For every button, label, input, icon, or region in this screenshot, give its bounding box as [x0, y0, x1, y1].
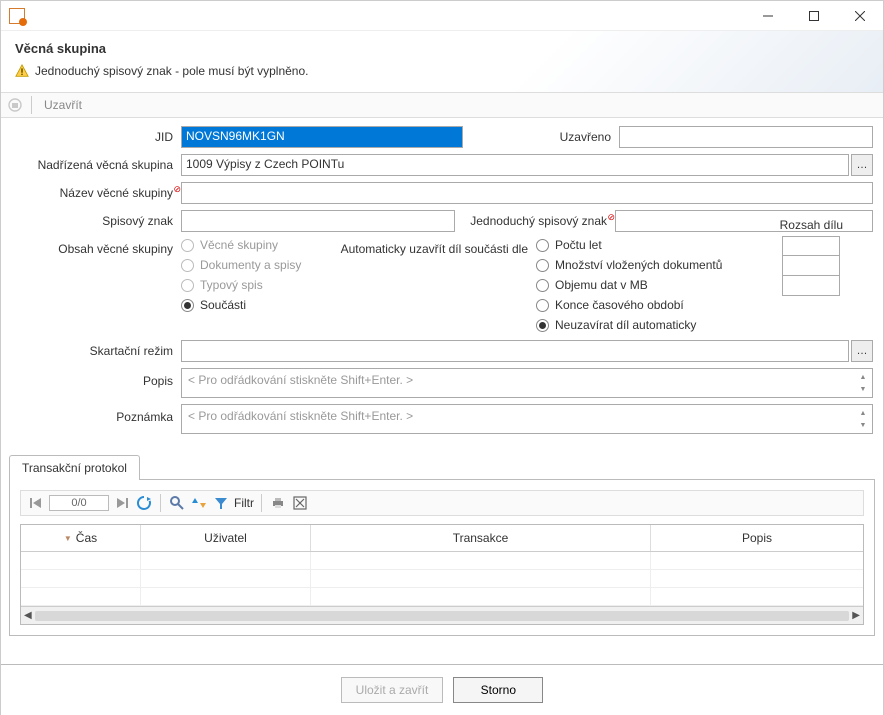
- parent-browse-button[interactable]: …: [851, 154, 873, 176]
- simple-sign-label: Jednoduchý spisový znak: [470, 214, 607, 228]
- table-row: [21, 588, 863, 606]
- protocol-grid: ▼ Čas Uživatel Transakce Popis ◀: [20, 524, 864, 625]
- jid-input[interactable]: NOVSN96MK1GN: [181, 126, 463, 148]
- range-input-2[interactable]: [782, 256, 840, 276]
- filesign-label: Spisový znak: [11, 214, 181, 228]
- table-row: [21, 552, 863, 570]
- app-icon: [9, 8, 25, 24]
- shred-input[interactable]: [181, 340, 849, 362]
- filter-label[interactable]: Filtr: [234, 496, 254, 510]
- parent-input[interactable]: 1009 Výpisy z Czech POINTu: [181, 154, 849, 176]
- content-opt-typical: Typový spis: [181, 278, 331, 292]
- refresh-icon[interactable]: [135, 494, 153, 512]
- dialog-footer: Uložit a zavřít Storno: [1, 664, 883, 715]
- content-opt-parts[interactable]: Součásti: [181, 298, 331, 312]
- jid-label: JID: [11, 130, 181, 144]
- spinner-up-icon[interactable]: ▲: [856, 371, 870, 383]
- first-page-icon[interactable]: [27, 494, 45, 512]
- col-time[interactable]: ▼ Čas: [21, 525, 141, 551]
- note-textarea[interactable]: < Pro odřádkování stiskněte Shift+Enter.…: [181, 404, 873, 434]
- content-opt-docs: Dokumenty a spisy: [181, 258, 331, 272]
- dialog-title: Věcná skupina: [15, 41, 869, 56]
- save-close-button[interactable]: Uložit a zavřít: [341, 677, 444, 703]
- spinner-down-icon[interactable]: ▼: [856, 419, 870, 431]
- spinner-up-icon[interactable]: ▲: [856, 407, 870, 419]
- col-user[interactable]: Uživatel: [141, 525, 311, 551]
- autoclose-opt-never[interactable]: Neuzavírat díl automaticky: [536, 318, 736, 332]
- content-radio-group: Věcné skupiny Dokumenty a spisy Typový s…: [181, 238, 331, 312]
- required-marker-icon: ⊘: [173, 184, 181, 195]
- filter-icon[interactable]: [212, 494, 230, 512]
- horizontal-scrollbar[interactable]: ◀ ▶: [21, 606, 863, 624]
- maximize-button[interactable]: [791, 1, 837, 31]
- dialog-toolbar: Uzavřít: [1, 93, 883, 118]
- col-tx[interactable]: Transakce: [311, 525, 651, 551]
- dialog-header: Věcná skupina Jednoduchý spisový znak - …: [1, 31, 883, 93]
- warning-text: Jednoduchý spisový znak - pole musí být …: [35, 64, 308, 78]
- table-row: [21, 570, 863, 588]
- required-marker-icon: ⊘: [607, 212, 615, 223]
- toolbar-close-label: Uzavřít: [44, 98, 82, 112]
- content-label: Obsah věcné skupiny: [11, 238, 181, 256]
- grid-toolbar: 0/0 Filtr: [20, 490, 864, 516]
- search-icon[interactable]: [168, 494, 186, 512]
- range-input-1[interactable]: [782, 236, 840, 256]
- form-area: JID NOVSN96MK1GN Uzavřeno Nadřízená věcn…: [1, 118, 883, 444]
- last-page-icon[interactable]: [113, 494, 131, 512]
- autoclose-opt-count[interactable]: Množství vložených dokumentů: [536, 258, 736, 272]
- closed-label: Uzavřeno: [539, 130, 619, 144]
- toolbar-close-action[interactable]: Uzavřít: [40, 96, 86, 114]
- grid-body: [21, 552, 863, 606]
- content-opt-groups: Věcné skupiny: [181, 238, 331, 252]
- col-desc[interactable]: Popis: [651, 525, 863, 551]
- spinner-down-icon[interactable]: ▼: [856, 383, 870, 395]
- autoclose-label: Automaticky uzavřít díl součásti dle: [331, 238, 536, 256]
- autoclose-opt-volume[interactable]: Objemu dat v MB: [536, 278, 736, 292]
- minimize-button[interactable]: [745, 1, 791, 31]
- warning-icon: [15, 64, 29, 78]
- tab-protocol[interactable]: Transakční protokol: [9, 455, 140, 480]
- autoclose-radio-group: Počtu let Množství vložených dokumentů O…: [536, 238, 736, 332]
- tab-area: Transakční protokol 0/0 Filtr: [9, 454, 875, 636]
- desc-textarea[interactable]: < Pro odřádkování stiskněte Shift+Enter.…: [181, 368, 873, 398]
- name-label: Název věcné skupiny ⊘: [11, 186, 181, 200]
- range-label: Rozsah dílu: [780, 218, 843, 232]
- cancel-button[interactable]: Storno: [453, 677, 543, 703]
- scroll-right-icon[interactable]: ▶: [852, 610, 860, 621]
- sort-icon[interactable]: [190, 494, 208, 512]
- desc-label: Popis: [11, 368, 181, 388]
- shred-label: Skartační režim: [11, 344, 181, 358]
- sort-desc-icon: ▼: [64, 534, 72, 543]
- range-inputs: [782, 236, 840, 296]
- autoclose-opt-period[interactable]: Konce časového období: [536, 298, 736, 312]
- closed-input[interactable]: [619, 126, 873, 148]
- close-button[interactable]: [837, 1, 883, 31]
- page-indicator: 0/0: [49, 495, 109, 511]
- name-input[interactable]: [181, 182, 873, 204]
- scroll-left-icon[interactable]: ◀: [24, 610, 32, 621]
- window-titlebar: [1, 1, 883, 31]
- range-input-3[interactable]: [782, 276, 840, 296]
- filesign-input[interactable]: [181, 210, 455, 232]
- print-icon[interactable]: [269, 494, 287, 512]
- shred-browse-button[interactable]: …: [851, 340, 873, 362]
- autoclose-opt-years[interactable]: Počtu let: [536, 238, 736, 252]
- lock-close-icon: [7, 97, 23, 113]
- export-icon[interactable]: [291, 494, 309, 512]
- parent-label: Nadřízená věcná skupina: [11, 158, 181, 172]
- note-label: Poznámka: [11, 404, 181, 424]
